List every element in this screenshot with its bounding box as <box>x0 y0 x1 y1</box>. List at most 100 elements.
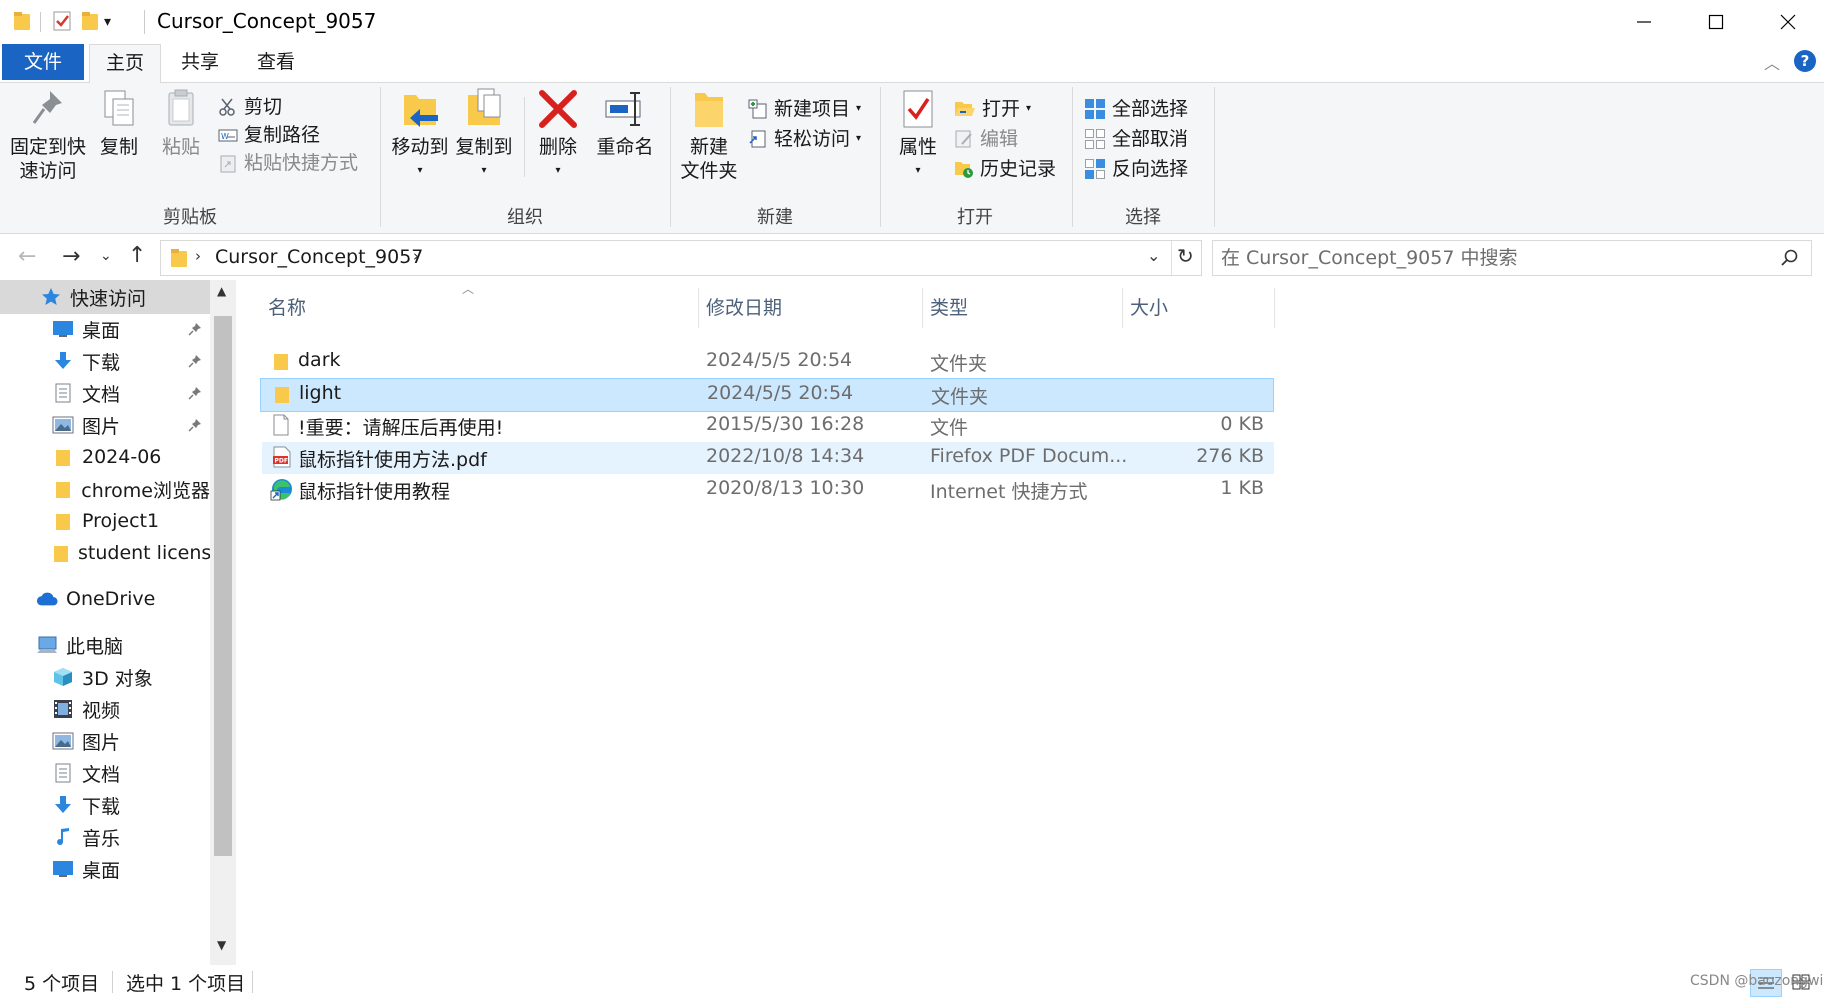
pin-icon[interactable] <box>188 354 202 368</box>
tab-file[interactable]: 文件 <box>2 44 84 80</box>
nav-item-pc-downloads[interactable]: 下载 <box>0 788 210 822</box>
address-history-chevron-icon[interactable]: ⌄ <box>1147 246 1160 265</box>
scroll-up-arrow-icon[interactable]: ▲ <box>217 284 226 298</box>
help-icon[interactable]: ? <box>1794 50 1816 72</box>
nav-item-pictures[interactable]: 图片 <box>0 408 210 442</box>
properties-quick-icon[interactable] <box>52 10 72 32</box>
scrollbar-thumb[interactable] <box>214 316 232 856</box>
copy-path-button[interactable]: W 复制路径 <box>218 121 320 149</box>
cut-button[interactable]: 剪切 <box>218 93 282 121</box>
breadcrumb-chevron-icon[interactable]: › <box>195 247 201 265</box>
paste-shortcut-button[interactable]: 粘贴快捷方式 <box>218 149 358 177</box>
close-button[interactable] <box>1752 0 1824 44</box>
column-separator[interactable] <box>1122 288 1123 328</box>
new-folder-quick-icon[interactable] <box>80 10 100 32</box>
column-header-date[interactable]: 修改日期 <box>700 292 920 332</box>
file-row[interactable]: light 2024/5/5 20:54 文件夹 <box>260 378 1274 412</box>
nav-item-folder-chrome[interactable]: chrome浏览器 <box>0 472 210 506</box>
nav-item-pc-pictures[interactable]: 图片 <box>0 724 210 758</box>
folder-icon <box>12 10 32 32</box>
copy-to-label: 复制到 <box>455 136 513 158</box>
tab-home[interactable]: 主页 <box>89 44 161 83</box>
new-group-label: 新建 <box>757 207 793 228</box>
nav-this-pc-label: 此电脑 <box>66 635 124 658</box>
ribbon: 固定到快 速访问 复制 粘贴 剪切 W 复制路径 粘贴快捷方式 剪贴板 移动到 … <box>0 83 1824 234</box>
open-button[interactable]: 打开 ▾ <box>954 95 1031 123</box>
nav-item-folder-student-license[interactable]: student license <box>0 536 223 570</box>
file-size: 1 KB <box>1220 477 1264 499</box>
tab-share[interactable]: 共享 <box>168 44 232 80</box>
breadcrumb-current-folder[interactable]: Cursor_Concept_9057 <box>215 246 423 268</box>
refresh-icon[interactable]: ↻ <box>1177 244 1194 268</box>
pin-to-quick-access-button[interactable]: 固定到快 速访问 <box>10 87 86 183</box>
properties-button[interactable]: 属性 ▾ <box>890 87 946 183</box>
search-input[interactable] <box>1219 243 1763 273</box>
nav-item-folder-2024-06[interactable]: 2024-06 <box>0 440 210 474</box>
search-icon[interactable] <box>1781 249 1799 267</box>
nav-item-pc-desktop[interactable]: 桌面 <box>0 852 210 886</box>
column-header-size[interactable]: 大小 <box>1124 292 1260 332</box>
nav-item-music[interactable]: 音乐 <box>0 820 210 854</box>
nav-item-label: 下载 <box>82 351 121 374</box>
easy-access-button[interactable]: 轻松访问 ▾ <box>748 125 861 153</box>
back-arrow-icon[interactable]: ← <box>18 244 36 269</box>
pictures-icon <box>52 414 74 436</box>
copy-button[interactable]: 复制 <box>94 87 144 159</box>
address-bar[interactable]: › Cursor_Concept_9057 › ⌄ ↻ <box>160 240 1202 276</box>
download-arrow-icon <box>52 794 74 816</box>
recent-locations-chevron-icon[interactable]: ⌄ <box>100 248 112 264</box>
pin-label-line2: 速访问 <box>19 160 77 182</box>
nav-quick-access-label: 快速访问 <box>70 287 147 310</box>
nav-quick-access[interactable]: 快速访问 <box>0 280 210 314</box>
file-row[interactable]: dark 2024/5/5 20:54 文件夹 <box>262 346 1274 378</box>
move-to-button[interactable]: 移动到 ▾ <box>388 87 452 183</box>
column-header-type[interactable]: 类型 <box>924 292 1120 332</box>
minimize-button[interactable] <box>1608 0 1680 44</box>
nav-this-pc[interactable]: 此电脑 <box>0 628 210 662</box>
file-row[interactable]: !重要：请解压后再使用! 2015/5/30 16:28 文件 0 KB <box>262 410 1274 442</box>
maximize-button[interactable] <box>1680 0 1752 44</box>
forward-arrow-icon[interactable]: → <box>62 244 80 269</box>
nav-item-videos[interactable]: 视频 <box>0 692 210 726</box>
select-all-button[interactable]: 全部选择 <box>1084 95 1188 123</box>
nav-item-folder-project1[interactable]: Project1 <box>0 504 210 538</box>
history-button[interactable]: 历史记录 <box>954 155 1056 183</box>
nav-item-3d-objects[interactable]: 3D 对象 <box>0 660 210 694</box>
nav-item-documents[interactable]: 文档 <box>0 376 210 410</box>
nav-item-downloads[interactable]: 下载 <box>0 344 210 378</box>
column-header-name[interactable]: 名称 <box>262 292 692 332</box>
new-item-button[interactable]: 新建项目 ▾ <box>748 95 861 123</box>
nav-pane-scrollbar[interactable]: ▲ ▼ <box>210 280 236 965</box>
column-separator[interactable] <box>1274 288 1275 328</box>
title-separator <box>144 10 145 34</box>
select-none-button[interactable]: 全部取消 <box>1084 125 1188 153</box>
paste-button[interactable]: 粘贴 <box>156 87 206 159</box>
column-separator[interactable] <box>922 288 923 328</box>
rename-button[interactable]: 重命名 <box>590 87 660 159</box>
search-box[interactable] <box>1212 240 1812 276</box>
column-separator[interactable] <box>698 288 699 328</box>
tab-view[interactable]: 查看 <box>244 44 308 80</box>
new-folder-button[interactable]: 新建 文件夹 <box>676 87 742 183</box>
invert-selection-button[interactable]: 反向选择 <box>1084 155 1188 183</box>
pin-icon[interactable] <box>188 418 202 432</box>
history-icon <box>955 162 973 178</box>
collapse-ribbon-icon[interactable]: ︿ <box>1764 50 1780 74</box>
nav-onedrive[interactable]: OneDrive <box>0 582 210 616</box>
scroll-down-arrow-icon[interactable]: ▼ <box>217 938 226 952</box>
breadcrumb-chevron-icon[interactable]: › <box>413 247 419 265</box>
title-bar: ▾ Cursor_Concept_9057 <box>0 0 1824 44</box>
delete-button[interactable]: 删除 ▾ <box>530 87 586 183</box>
file-row[interactable]: 鼠标指针使用教程 2020/8/13 10:30 Internet 快捷方式 1… <box>262 474 1274 506</box>
pin-icon[interactable] <box>188 386 202 400</box>
file-row[interactable]: PDF 鼠标指针使用方法.pdf 2022/10/8 14:34 Firefox… <box>262 442 1274 474</box>
copy-to-button[interactable]: 复制到 ▾ <box>452 87 516 183</box>
file-type: 文件 <box>930 417 969 439</box>
selected-count: 选中 1 个项目 <box>126 973 246 995</box>
customize-quick-access-icon[interactable]: ▾ <box>104 14 111 30</box>
pin-icon[interactable] <box>188 322 202 336</box>
edit-button[interactable]: 编辑 <box>954 125 1018 153</box>
nav-item-pc-documents[interactable]: 文档 <box>0 756 210 790</box>
up-arrow-icon[interactable]: ↑ <box>128 243 146 268</box>
nav-item-desktop[interactable]: 桌面 <box>0 312 210 346</box>
